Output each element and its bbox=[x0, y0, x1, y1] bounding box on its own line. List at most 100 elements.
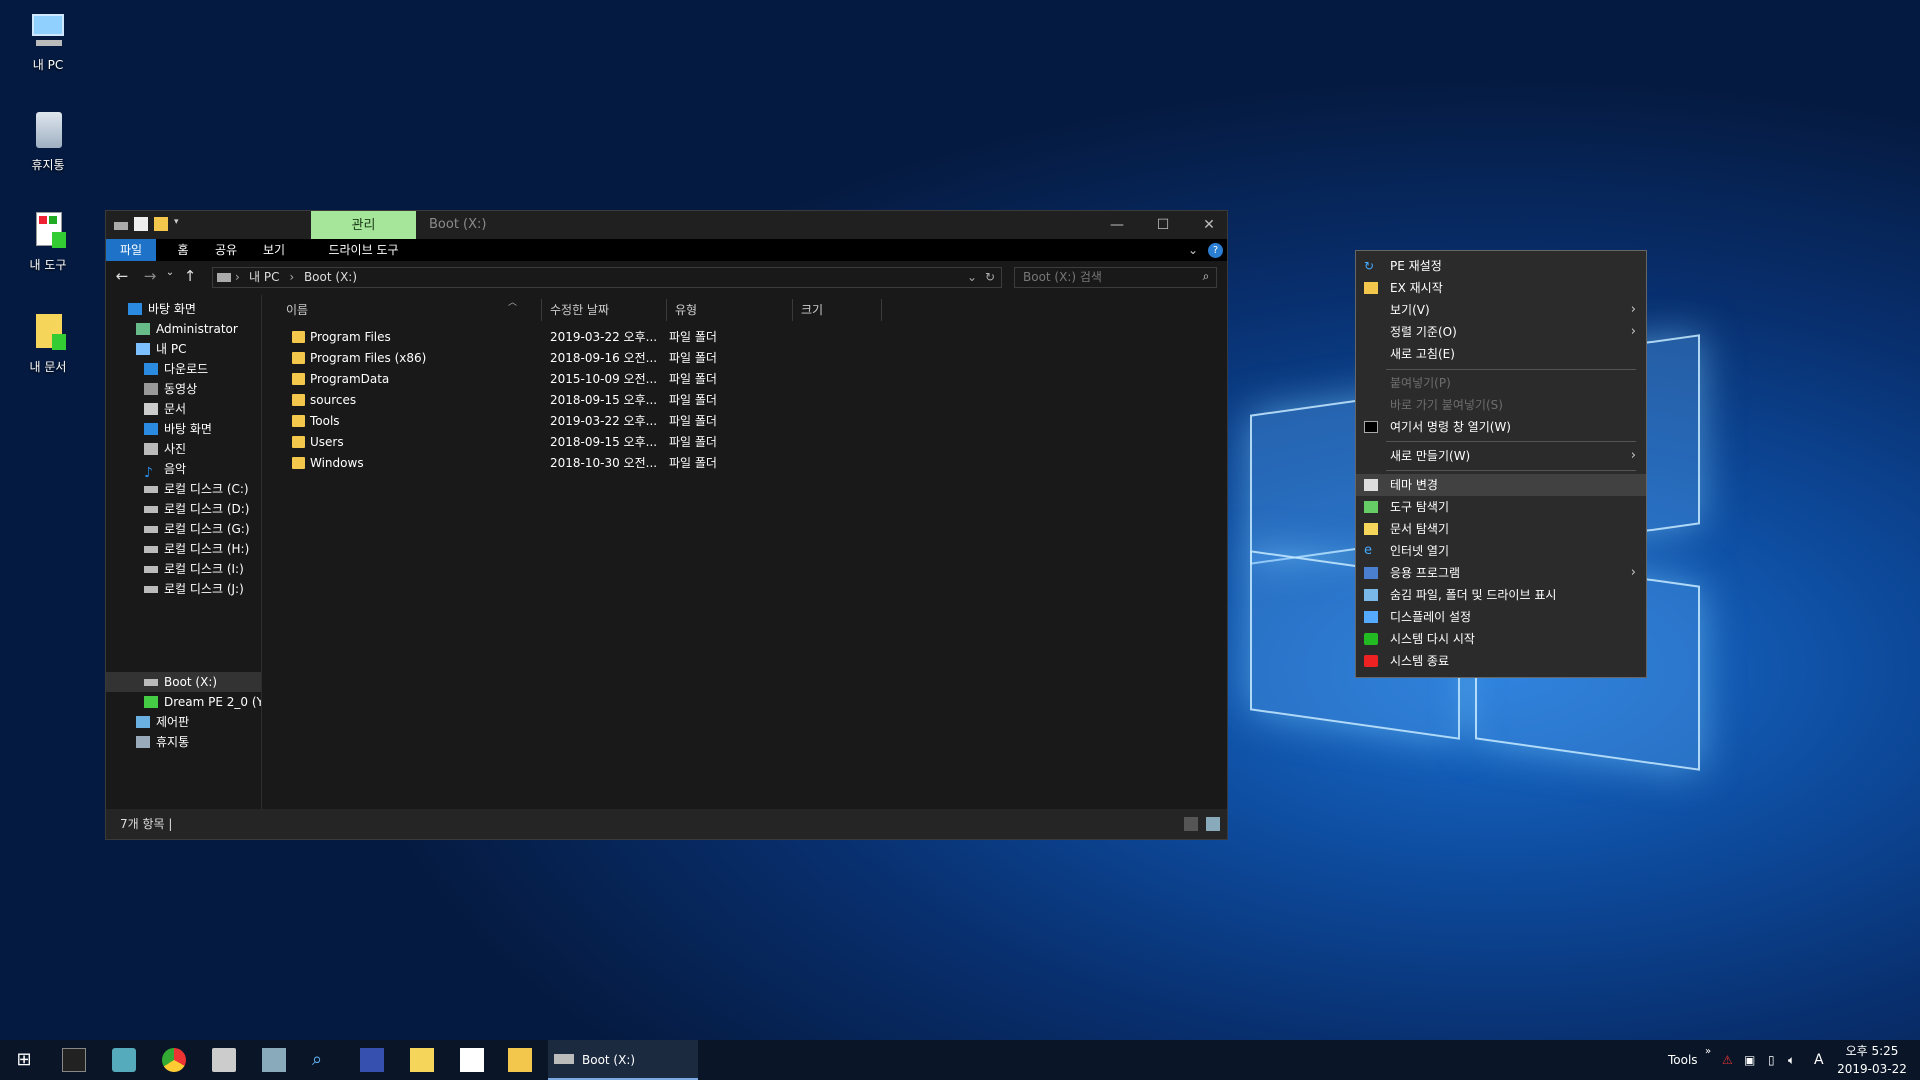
column-header-size[interactable]: 크기 bbox=[801, 299, 882, 321]
network-icon[interactable]: ▣ bbox=[1744, 1040, 1755, 1080]
file-row[interactable]: Windows 2018-10-30 오전... 파일 폴더 bbox=[272, 453, 972, 474]
tree-item[interactable]: 로컬 디스크 (I:) bbox=[144, 559, 244, 579]
tab-drive-tools[interactable]: 드라이브 도구 bbox=[311, 239, 416, 261]
command-prompt-icon[interactable] bbox=[62, 1048, 86, 1072]
save-disk-icon[interactable] bbox=[360, 1048, 384, 1072]
help-icon[interactable]: ? bbox=[1208, 243, 1223, 258]
breadcrumb-boot[interactable]: Boot (X:) bbox=[304, 270, 357, 284]
menu-item-change-theme[interactable]: 테마 변경 bbox=[1356, 474, 1646, 496]
search-icon[interactable]: ⌕ bbox=[1196, 269, 1216, 284]
tools-icon[interactable] bbox=[460, 1048, 484, 1072]
expand-ribbon-icon[interactable]: ⌄ bbox=[1186, 239, 1200, 261]
file-name: Windows bbox=[310, 456, 364, 470]
file-explorer-icon[interactable] bbox=[508, 1048, 532, 1072]
menu-item-show-hidden[interactable]: 숨김 파일, 폴더 및 드라이브 표시 bbox=[1356, 584, 1646, 606]
file-row[interactable]: Users 2018-09-15 오후... 파일 폴더 bbox=[272, 432, 972, 453]
recent-locations-button[interactable]: ⌄ bbox=[160, 267, 180, 278]
volume-icon[interactable]: 🔈︎ bbox=[1788, 1040, 1795, 1080]
file-row[interactable]: Tools 2019-03-22 오후... 파일 폴더 bbox=[272, 411, 972, 432]
menu-item-view[interactable]: 보기(V) › bbox=[1356, 299, 1646, 321]
tree-item[interactable]: 로컬 디스크 (G:) bbox=[144, 519, 250, 539]
search-icon[interactable]: ⌕ bbox=[312, 1048, 336, 1072]
close-button[interactable]: ✕ bbox=[1186, 211, 1232, 239]
file-row[interactable]: ProgramData 2015-10-09 오전... 파일 폴더 bbox=[272, 369, 972, 390]
tree-item[interactable]: 바탕 화면 bbox=[128, 299, 196, 319]
menu-item-restart[interactable]: 시스템 다시 시작 bbox=[1356, 628, 1646, 650]
menu-item-shutdown[interactable]: 시스템 종료 bbox=[1356, 650, 1646, 672]
menu-item-refresh[interactable]: 새로 고침(E) bbox=[1356, 343, 1646, 365]
desktop-icon-recycle-bin[interactable]: 휴지통 bbox=[8, 110, 88, 173]
tree-item[interactable]: 제어판 bbox=[136, 712, 189, 732]
file-row[interactable]: Program Files 2019-03-22 오후... 파일 폴더 bbox=[272, 327, 972, 348]
tree-item[interactable]: 휴지통 bbox=[136, 732, 189, 752]
chevron-down-icon[interactable]: ⌄ bbox=[967, 268, 977, 287]
tools-toolbar-label[interactable]: Tools bbox=[1668, 1040, 1698, 1080]
chevron-down-icon[interactable]: ▾ bbox=[174, 217, 188, 231]
tree-item-label: Boot (X:) bbox=[164, 675, 218, 689]
forward-button[interactable]: → bbox=[140, 267, 160, 285]
tab-file[interactable]: 파일 bbox=[106, 239, 156, 261]
tab-view[interactable]: 보기 bbox=[254, 239, 294, 261]
menu-item-pe-reset[interactable]: ↻ PE 재설정 bbox=[1356, 255, 1646, 277]
menu-item-ex-restart[interactable]: EX 재시작 bbox=[1356, 277, 1646, 299]
large-icons-view-icon[interactable] bbox=[1206, 817, 1220, 831]
tree-item[interactable]: 로컬 디스크 (D:) bbox=[144, 499, 249, 519]
file-row[interactable]: Program Files (x86) 2018-09-16 오전... 파일 폴더 bbox=[272, 348, 972, 369]
column-header-type[interactable]: 유형 bbox=[675, 299, 793, 321]
tree-item[interactable]: 로컬 디스크 (H:) bbox=[144, 539, 249, 559]
drive-icon[interactable] bbox=[212, 1048, 236, 1072]
tree-item[interactable]: 로컬 디스크 (C:) bbox=[144, 479, 249, 499]
breadcrumb-my-pc[interactable]: 내 PC bbox=[249, 270, 279, 284]
documents-icon[interactable] bbox=[410, 1048, 434, 1072]
tree-item[interactable]: 내 PC bbox=[136, 339, 186, 359]
new-folder-icon[interactable] bbox=[154, 217, 168, 231]
file-row[interactable]: sources 2018-09-15 오후... 파일 폴더 bbox=[272, 390, 972, 411]
menu-item-sort-by[interactable]: 정렬 기준(O) › bbox=[1356, 321, 1646, 343]
tree-item[interactable]: 동영상 bbox=[144, 379, 197, 399]
tree-item-selected[interactable]: Boot (X:) bbox=[144, 672, 217, 692]
desktop-icon-my-tools[interactable]: 내 도구 bbox=[8, 210, 88, 273]
start-button[interactable]: ⊞ bbox=[12, 1048, 36, 1072]
computer-icon[interactable] bbox=[112, 1048, 136, 1072]
menu-item-display-settings[interactable]: 디스플레이 설정 bbox=[1356, 606, 1646, 628]
menu-item-open-command-window[interactable]: 여기서 명령 창 열기(W) bbox=[1356, 416, 1646, 438]
refresh-icon[interactable]: ↻ bbox=[985, 268, 995, 287]
network-warning-icon[interactable]: ⚠ bbox=[1722, 1040, 1733, 1080]
drive-icon[interactable] bbox=[114, 222, 128, 230]
menu-item-documents-explorer[interactable]: 문서 탐색기 bbox=[1356, 518, 1646, 540]
menu-item-open-internet[interactable]: e 인터넷 열기 bbox=[1356, 540, 1646, 562]
address-bar[interactable]: › 내 PC › Boot (X:) ⌄ ↻ bbox=[212, 267, 1002, 288]
tree-item[interactable]: 로컬 디스크 (J:) bbox=[144, 579, 244, 599]
tree-item[interactable]: 사진 bbox=[144, 439, 186, 459]
desktop-icon-my-documents[interactable]: 내 문서 bbox=[8, 312, 88, 375]
properties-icon[interactable] bbox=[134, 217, 148, 231]
taskbar-button-boot[interactable]: Boot (X:) bbox=[548, 1040, 698, 1080]
tree-item[interactable]: ♪ 음악 bbox=[144, 459, 186, 481]
tree-item[interactable]: Administrator bbox=[136, 319, 238, 339]
manage-context-tab[interactable]: 관리 bbox=[311, 211, 416, 239]
menu-item-applications[interactable]: 응용 프로그램 › bbox=[1356, 562, 1646, 584]
notepad-icon[interactable] bbox=[262, 1048, 286, 1072]
chrome-icon[interactable] bbox=[162, 1048, 186, 1072]
battery-icon[interactable]: ▯ bbox=[1768, 1040, 1775, 1080]
desktop-icon-my-pc[interactable]: 내 PC bbox=[8, 10, 88, 73]
tree-item[interactable]: 다운로드 bbox=[144, 359, 208, 379]
clock[interactable]: 오후 5:25 2019-03-22 bbox=[1832, 1042, 1912, 1078]
column-header-date[interactable]: 수정한 날짜 bbox=[550, 299, 667, 321]
up-button[interactable]: ↑ bbox=[180, 267, 200, 285]
menu-item-tools-explorer[interactable]: 도구 탐색기 bbox=[1356, 496, 1646, 518]
tree-item[interactable]: Dream PE 2_0 (Y: bbox=[144, 692, 261, 712]
chevron-expand-icon[interactable]: » bbox=[1705, 1040, 1711, 1080]
input-language-icon[interactable]: A bbox=[1814, 1040, 1824, 1080]
tab-home[interactable]: 홈 bbox=[166, 239, 200, 261]
back-button[interactable]: ← bbox=[112, 267, 132, 285]
tree-item[interactable]: 문서 bbox=[144, 399, 186, 419]
search-input[interactable]: Boot (X:) 검색 bbox=[1014, 267, 1217, 288]
details-view-icon[interactable] bbox=[1184, 817, 1198, 831]
maximize-button[interactable]: ☐ bbox=[1140, 211, 1186, 239]
tab-share[interactable]: 공유 bbox=[206, 239, 246, 261]
minimize-button[interactable]: — bbox=[1094, 211, 1140, 239]
column-header-name[interactable]: 이름 bbox=[286, 299, 542, 321]
menu-item-new[interactable]: 새로 만들기(W) › bbox=[1356, 445, 1646, 467]
tree-item[interactable]: 바탕 화면 bbox=[144, 419, 212, 439]
